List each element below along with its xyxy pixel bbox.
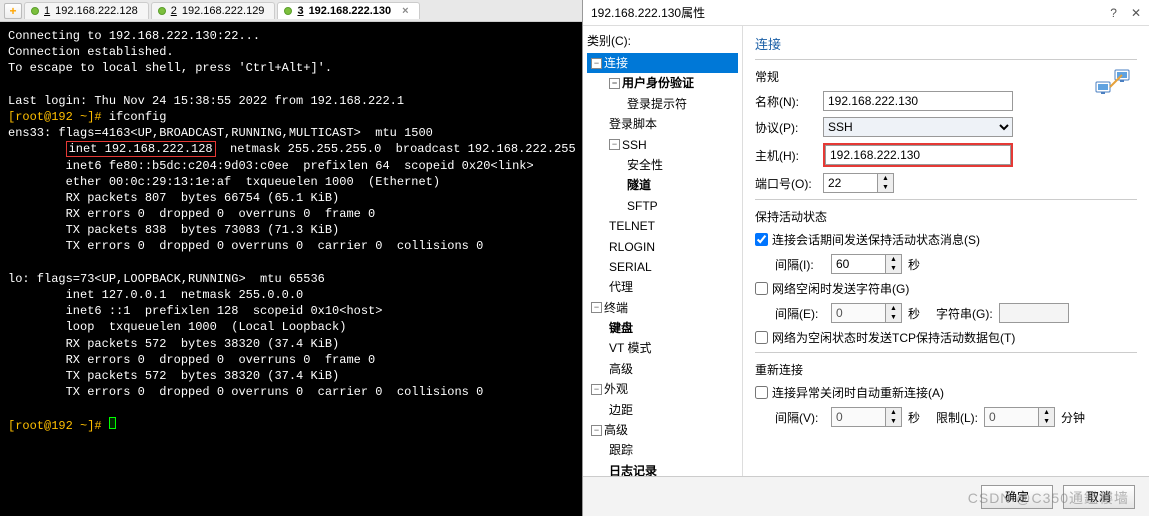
tree-connection[interactable]: −连接 <box>587 53 738 73</box>
tab-number: 3 <box>297 5 303 17</box>
tree-keyboard[interactable]: 键盘 <box>587 318 738 338</box>
category-panel: 类别(C): −连接 −用户身份验证 登录提示符 登录脚本 −SSH 安全性 隧… <box>583 26 743 476</box>
tree-trace[interactable]: 跟踪 <box>587 440 738 460</box>
tree-auth[interactable]: −用户身份验证 <box>587 73 738 93</box>
category-label: 类别(C): <box>587 32 738 49</box>
tree-sftp[interactable]: SFTP <box>587 196 738 216</box>
rc-interval-label: 间隔(V): <box>755 409 825 426</box>
tree-telnet[interactable]: TELNET <box>587 216 738 236</box>
name-input[interactable] <box>823 91 1013 111</box>
protocol-select[interactable]: SSH <box>823 117 1013 137</box>
tree-proxy[interactable]: 代理 <box>587 277 738 297</box>
tree-margin[interactable]: 边距 <box>587 400 738 420</box>
spin-up-icon[interactable]: ▲ <box>878 174 893 183</box>
port-label: 端口号(O): <box>755 175 817 192</box>
highlighted-ip: inet 192.168.222.128 <box>66 141 216 157</box>
unit-sec: 秒 <box>908 305 920 322</box>
tab-label: 192.168.222.130 <box>309 5 392 17</box>
collapse-icon[interactable]: − <box>609 78 620 89</box>
tree-vt[interactable]: VT 模式 <box>587 338 738 358</box>
unit-sec: 秒 <box>908 256 920 273</box>
tree-prompt[interactable]: 登录提示符 <box>587 94 738 114</box>
host-input[interactable] <box>825 145 1011 165</box>
unit-sec: 秒 <box>908 409 920 426</box>
shell-prompt: [root@192 ~]# <box>8 110 102 124</box>
collapse-icon[interactable]: − <box>609 139 620 150</box>
cursor-icon <box>109 417 116 429</box>
close-tab-icon[interactable]: × <box>402 5 408 17</box>
spin-down-icon[interactable]: ▼ <box>878 183 893 192</box>
status-dot-icon <box>284 7 292 15</box>
tree-security[interactable]: 安全性 <box>587 155 738 175</box>
name-label: 名称(N): <box>755 93 817 110</box>
idle-interval-spinner: ▲▼ <box>831 303 902 323</box>
dialog-footer: 确定 取消 CSDN @C350通鑑樓墙 <box>583 476 1149 516</box>
group-keepalive: 保持活动状态 <box>755 208 1137 225</box>
session-tab-3[interactable]: 3 192.168.222.130 × <box>277 2 419 19</box>
tab-number: 1 <box>44 5 50 17</box>
host-label: 主机(H): <box>755 147 817 164</box>
tab-number: 2 <box>171 5 177 17</box>
keepalive-checkbox[interactable]: 连接会话期间发送保持活动状态消息(S) <box>755 231 980 248</box>
collapse-icon[interactable]: − <box>591 384 602 395</box>
status-dot-icon <box>31 7 39 15</box>
port-spinner[interactable]: ▲▼ <box>823 173 894 193</box>
session-tab-1[interactable]: 1 192.168.222.128 <box>24 2 149 19</box>
tree-terminal[interactable]: −终端 <box>587 298 738 318</box>
tree-advanced[interactable]: 高级 <box>587 359 738 379</box>
close-icon[interactable]: ✕ <box>1131 6 1141 20</box>
connection-form: 连接 常规 名称(N): 协议(P): SSH <box>743 26 1149 476</box>
cancel-button[interactable]: 取消 <box>1063 485 1135 509</box>
ka-interval-label: 间隔(I): <box>755 256 825 273</box>
group-general: 常规 <box>755 68 1137 85</box>
idle-string-checkbox[interactable]: 网络空闲时发送字符串(G) <box>755 280 909 297</box>
tree-ssh[interactable]: −SSH <box>587 135 738 155</box>
help-icon[interactable]: ? <box>1110 6 1117 20</box>
rc-limit-spinner: ▲▼ <box>984 407 1055 427</box>
session-tab-2[interactable]: 2 192.168.222.129 <box>151 2 276 19</box>
tab-label: 192.168.222.129 <box>182 5 265 17</box>
tree-rlogin[interactable]: RLOGIN <box>587 237 738 257</box>
network-icon <box>1095 68 1131 100</box>
rc-interval-spinner: ▲▼ <box>831 407 902 427</box>
tree-log[interactable]: 日志记录 <box>587 461 738 476</box>
category-tree[interactable]: −连接 −用户身份验证 登录提示符 登录脚本 −SSH 安全性 隧道 SFTP … <box>587 53 738 476</box>
tree-serial[interactable]: SERIAL <box>587 257 738 277</box>
unit-minute: 分钟 <box>1061 409 1085 426</box>
auto-reconnect-checkbox[interactable]: 连接异常关闭时自动重新连接(A) <box>755 384 944 401</box>
section-connection: 连接 <box>755 34 1137 53</box>
tree-login-script[interactable]: 登录脚本 <box>587 114 738 134</box>
ka-interval-spinner[interactable]: ▲▼ <box>831 254 902 274</box>
dialog-title: 192.168.222.130属性 <box>591 4 705 21</box>
protocol-label: 协议(P): <box>755 119 817 136</box>
ok-button[interactable]: 确定 <box>981 485 1053 509</box>
tree-advanced2[interactable]: −高级 <box>587 420 738 440</box>
string-input <box>999 303 1069 323</box>
collapse-icon[interactable]: − <box>591 58 602 69</box>
rc-limit-label: 限制(L): <box>936 409 978 426</box>
add-tab-button[interactable]: + <box>4 3 22 19</box>
collapse-icon[interactable]: − <box>591 425 602 436</box>
tree-appearance[interactable]: −外观 <box>587 379 738 399</box>
tab-label: 192.168.222.128 <box>55 5 138 17</box>
tree-tunnel[interactable]: 隧道 <box>587 175 738 195</box>
collapse-icon[interactable]: − <box>591 302 602 313</box>
group-reconnect: 重新连接 <box>755 361 1137 378</box>
tcp-keepalive-checkbox[interactable]: 网络为空闲状态时发送TCP保持活动数据包(T) <box>755 329 1015 346</box>
dialog-titlebar[interactable]: 192.168.222.130属性 ? ✕ <box>583 0 1149 26</box>
string-label: 字符串(G): <box>936 305 993 322</box>
port-input[interactable] <box>823 173 878 193</box>
properties-dialog: 192.168.222.130属性 ? ✕ 类别(C): −连接 −用户身份验证… <box>582 0 1149 516</box>
status-dot-icon <box>158 7 166 15</box>
idle-interval-label: 间隔(E): <box>755 305 825 322</box>
shell-prompt: [root@192 ~]# <box>8 419 102 433</box>
